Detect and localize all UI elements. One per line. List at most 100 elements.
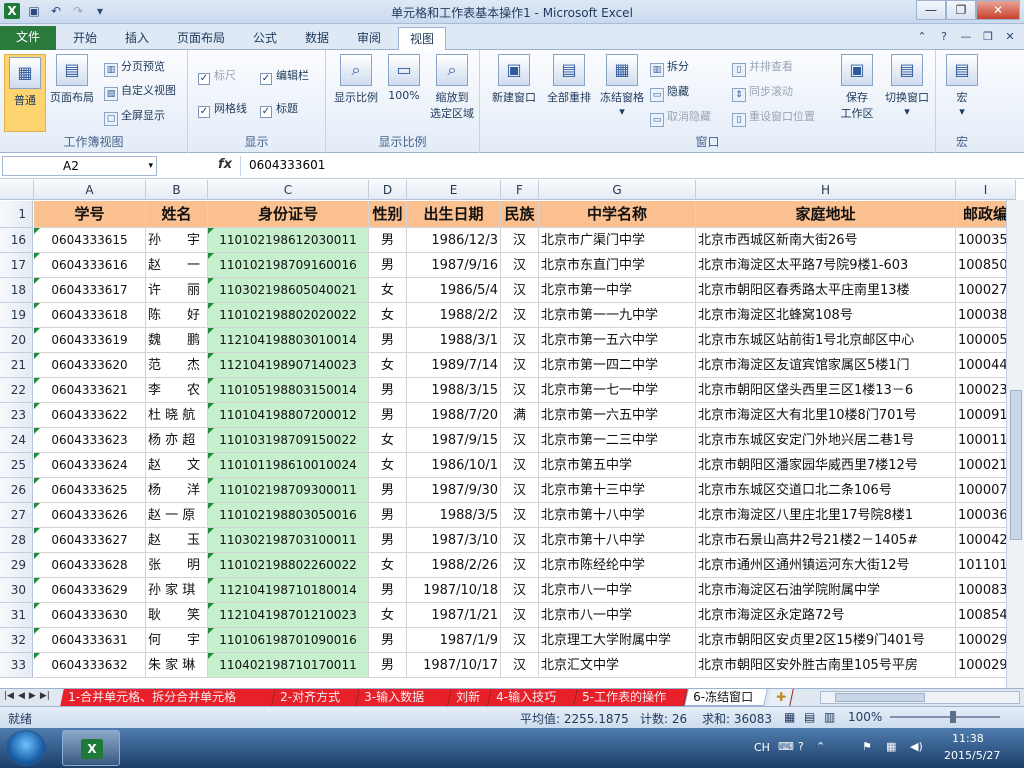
- table-cell[interactable]: 0604333623: [34, 428, 146, 453]
- freeze-panes-button[interactable]: ▦ 冻结窗格 ▾: [596, 54, 648, 118]
- table-cell[interactable]: 110105198803150014: [208, 378, 369, 403]
- save-workspace-button[interactable]: ▣ 保存 工作区: [834, 54, 880, 121]
- network-icon[interactable]: ▦: [886, 740, 896, 753]
- table-cell[interactable]: 112104198710180014: [208, 578, 369, 603]
- gridlines-checkbox[interactable]: ✓ 网格线: [198, 101, 247, 118]
- header-cell[interactable]: 身份证号: [208, 201, 369, 228]
- table-cell[interactable]: 汉: [501, 303, 539, 328]
- spreadsheet-grid[interactable]: A B C D E F G H I 1 学号 姓名 身份证号 性别 出生日期 民族 中学名称 家庭地址 邮政编 16 0…: [0, 180, 1024, 688]
- table-cell[interactable]: 0604333615: [34, 228, 146, 253]
- header-cell[interactable]: 姓名: [146, 201, 208, 228]
- table-cell[interactable]: 1988/2/26: [407, 553, 501, 578]
- arrange-all-button[interactable]: ▤ 全部重排: [542, 54, 596, 105]
- close-button[interactable]: ✕: [976, 0, 1020, 20]
- table-cell[interactable]: 0604333627: [34, 528, 146, 553]
- table-cell[interactable]: 0604333616: [34, 253, 146, 278]
- table-cell[interactable]: 110104198807200012: [208, 403, 369, 428]
- view-side-by-side-button[interactable]: ▯ 并排查看: [732, 59, 793, 77]
- tab-file[interactable]: 文件: [0, 26, 56, 50]
- unhide-button[interactable]: ▭ 取消隐藏: [650, 109, 711, 127]
- table-cell[interactable]: 赵 一: [146, 253, 208, 278]
- table-cell[interactable]: 北京市第五中学: [539, 453, 696, 478]
- table-cell[interactable]: 许 丽: [146, 278, 208, 303]
- select-all-corner[interactable]: [0, 180, 34, 200]
- table-cell[interactable]: 汉: [501, 228, 539, 253]
- reset-window-position-button[interactable]: ▯ 重设窗口位置: [732, 109, 815, 127]
- tab-page-layout[interactable]: 页面布局: [166, 27, 236, 50]
- table-cell[interactable]: 汉: [501, 528, 539, 553]
- table-cell[interactable]: 1986/12/3: [407, 228, 501, 253]
- table-cell[interactable]: 110103198709150022: [208, 428, 369, 453]
- scroll-thumb[interactable]: [835, 693, 925, 702]
- table-cell[interactable]: 赵 一 原: [146, 503, 208, 528]
- table-cell[interactable]: 110402198710170011: [208, 653, 369, 678]
- table-cell[interactable]: 北京市朝阳区安外胜古南里105号平房: [696, 653, 956, 678]
- table-cell[interactable]: 魏 鹏: [146, 328, 208, 353]
- prev-sheet-icon[interactable]: ◀: [18, 691, 25, 701]
- zoom-slider-knob[interactable]: [950, 711, 956, 723]
- table-cell[interactable]: 北京市东城区安定门外地兴居二巷1号: [696, 428, 956, 453]
- table-cell[interactable]: 北京市朝阳区安贞里2区15楼9门401号: [696, 628, 956, 653]
- table-cell[interactable]: 0604333626: [34, 503, 146, 528]
- row-header[interactable]: 29: [0, 553, 33, 578]
- table-cell[interactable]: 孙 家 琪: [146, 578, 208, 603]
- formula-input[interactable]: 0604333601: [240, 156, 1004, 176]
- sheet-tab-active[interactable]: 6-冻结窗口: [684, 689, 768, 706]
- table-cell[interactable]: 杜 晓 航: [146, 403, 208, 428]
- header-cell[interactable]: 出生日期: [407, 201, 501, 228]
- table-cell[interactable]: 汉: [501, 478, 539, 503]
- header-cell[interactable]: 性别: [369, 201, 407, 228]
- hide-button[interactable]: ▭ 隐藏: [650, 84, 689, 102]
- horizontal-scrollbar[interactable]: [820, 691, 1020, 704]
- table-cell[interactable]: 110102198802260022: [208, 553, 369, 578]
- table-cell[interactable]: 汉: [501, 628, 539, 653]
- table-cell[interactable]: 男: [369, 478, 407, 503]
- table-cell[interactable]: 1987/9/30: [407, 478, 501, 503]
- table-cell[interactable]: 汉: [501, 278, 539, 303]
- name-box[interactable]: A2 ▾: [2, 156, 157, 176]
- row-header[interactable]: 27: [0, 503, 33, 528]
- table-cell[interactable]: 范 杰: [146, 353, 208, 378]
- insert-function-icon[interactable]: fx: [218, 157, 232, 172]
- table-cell[interactable]: 女: [369, 553, 407, 578]
- minimize-button[interactable]: —: [916, 0, 946, 20]
- doc-restore-icon[interactable]: ❐: [980, 29, 996, 45]
- table-cell[interactable]: 1988/2/2: [407, 303, 501, 328]
- table-cell[interactable]: 110102198612030011: [208, 228, 369, 253]
- table-cell[interactable]: 110102198709160016: [208, 253, 369, 278]
- table-cell[interactable]: 汉: [501, 428, 539, 453]
- table-cell[interactable]: 0604333617: [34, 278, 146, 303]
- zoom-slider[interactable]: [890, 711, 1000, 723]
- table-cell[interactable]: 1988/3/15: [407, 378, 501, 403]
- table-cell[interactable]: 汉: [501, 578, 539, 603]
- table-cell[interactable]: 1987/1/9: [407, 628, 501, 653]
- table-cell[interactable]: 北京市第一二三中学: [539, 428, 696, 453]
- normal-view-icon[interactable]: ▦: [784, 710, 795, 724]
- table-cell[interactable]: 1988/7/20: [407, 403, 501, 428]
- column-header[interactable]: G: [539, 180, 696, 200]
- table-cell[interactable]: 女: [369, 278, 407, 303]
- custom-views-button[interactable]: ▧ 自定义视图: [104, 83, 176, 101]
- table-cell[interactable]: 1987/9/15: [407, 428, 501, 453]
- table-cell[interactable]: 何 宇: [146, 628, 208, 653]
- table-cell[interactable]: 汉: [501, 603, 539, 628]
- new-window-button[interactable]: ▣ 新建窗口: [486, 54, 542, 105]
- table-cell[interactable]: 汉: [501, 453, 539, 478]
- tab-home[interactable]: 开始: [60, 27, 110, 50]
- table-cell[interactable]: 北京市通州区通州镇运河东大街12号: [696, 553, 956, 578]
- macros-button[interactable]: ▤ 宏 ▾: [942, 54, 982, 118]
- full-screen-button[interactable]: ▢ 全屏显示: [104, 108, 165, 126]
- table-cell[interactable]: 北京市陈经纶中学: [539, 553, 696, 578]
- table-cell[interactable]: 北京市第一六五中学: [539, 403, 696, 428]
- row-header[interactable]: 24: [0, 428, 33, 453]
- table-cell[interactable]: 男: [369, 528, 407, 553]
- row-header[interactable]: 23: [0, 403, 33, 428]
- table-cell[interactable]: 112104198701210023: [208, 603, 369, 628]
- table-cell[interactable]: 0604333620: [34, 353, 146, 378]
- table-cell[interactable]: 1987/10/18: [407, 578, 501, 603]
- table-cell[interactable]: 汉: [501, 253, 539, 278]
- table-cell[interactable]: 孙 宇: [146, 228, 208, 253]
- table-cell[interactable]: 朱 家 琳: [146, 653, 208, 678]
- row-header[interactable]: 26: [0, 478, 33, 503]
- table-cell[interactable]: 0604333622: [34, 403, 146, 428]
